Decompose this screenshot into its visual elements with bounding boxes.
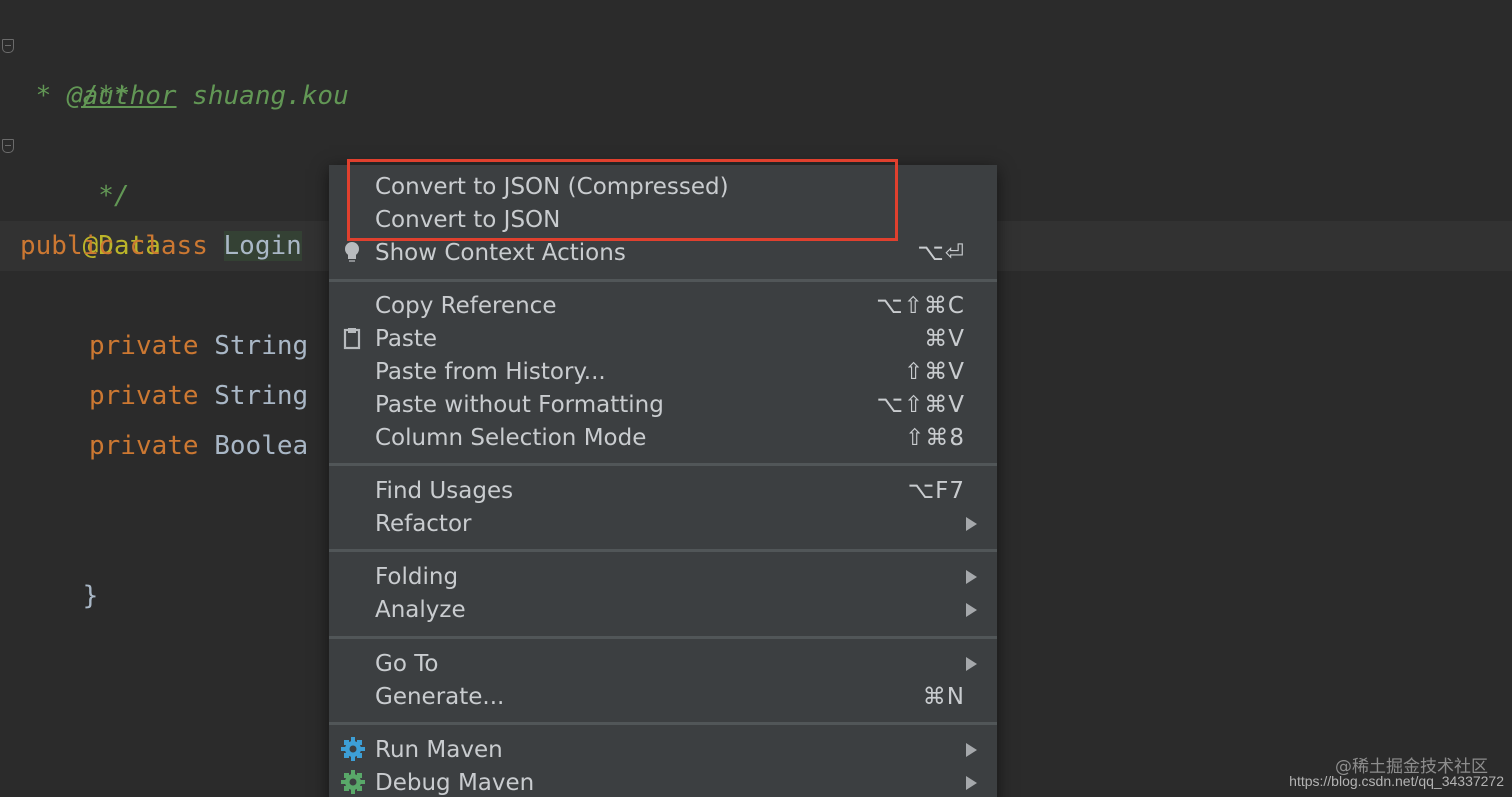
shortcut: ⌥⏎ [917, 239, 965, 266]
menu-item-paste-without-formatting[interactable]: Paste without Formatting ⌥⇧⌘V [329, 388, 997, 421]
menu-item-find-usages[interactable]: Find Usages ⌥F7 [329, 474, 997, 507]
menu-item-go-to[interactable]: Go To [329, 647, 997, 680]
debug-gear-icon [341, 770, 365, 794]
menu-item-label: Show Context Actions [375, 239, 626, 266]
menu-item-label: Paste without Formatting [375, 391, 664, 418]
closing-brace: } [82, 581, 99, 611]
code-line-closing-brace: } [20, 521, 99, 611]
field-type: String [214, 331, 309, 361]
submenu-arrow-icon [966, 602, 977, 617]
menu-item-generate[interactable]: Generate... ⌘N [329, 680, 997, 713]
shortcut: ⌥F7 [907, 477, 965, 504]
menu-separator [329, 279, 997, 282]
code-line-doc-author: * @author shuang.kou [20, 71, 349, 121]
class-name[interactable]: Login [223, 231, 302, 261]
code-line-doc-close: */ [20, 121, 129, 211]
doc-author-name: shuang.kou [176, 81, 349, 111]
menu-item-label: Generate... [375, 683, 505, 710]
keyword: private [89, 331, 199, 361]
menu-item-run-maven[interactable]: Run Maven [329, 733, 997, 766]
shortcut: ⇧⌘V [903, 358, 965, 385]
code-line-field: private String [89, 371, 308, 421]
menu-separator [329, 463, 997, 466]
submenu-arrow-icon [966, 516, 977, 531]
keyword: class [129, 231, 208, 261]
menu-item-label: Debug Maven [375, 769, 535, 796]
menu-separator [329, 549, 997, 552]
menu-item-label: Analyze [375, 596, 466, 623]
menu-item-label: Run Maven [375, 736, 503, 763]
shortcut: ⌥⇧⌘V [876, 391, 965, 418]
submenu-arrow-icon [966, 742, 977, 757]
menu-item-label: Refactor [375, 510, 472, 537]
menu-item-refactor[interactable]: Refactor [329, 507, 997, 540]
menu-item-paste[interactable]: Paste ⌘V [329, 322, 997, 355]
watermark-url: https://blog.csdn.net/qq_34337272 [1289, 773, 1504, 789]
menu-item-copy-reference[interactable]: Copy Reference ⌥⇧⌘C [329, 289, 997, 322]
menu-item-column-selection-mode[interactable]: Column Selection Mode ⇧⌘8 [329, 421, 997, 454]
annotation-highlight-box [347, 159, 898, 241]
menu-item-label: Go To [375, 650, 439, 677]
shortcut: ⌥⇧⌘C [876, 292, 965, 319]
code-line-field: private Boolea [89, 421, 308, 471]
menu-separator [329, 636, 997, 639]
shortcut: ⌘N [922, 683, 965, 710]
code-line-doc-open: /** [20, 21, 130, 111]
menu-item-label: Find Usages [375, 477, 514, 504]
code-line-class-decl: public class Login [20, 221, 302, 271]
shortcut: ⇧⌘8 [905, 424, 965, 451]
code-line-annotation: @Data [20, 171, 161, 261]
lightbulb-icon [341, 240, 363, 264]
gear-icon [341, 737, 365, 761]
keyword: private [89, 381, 199, 411]
clipboard-icon [341, 326, 363, 350]
keyword: private [89, 431, 199, 461]
menu-item-label: Copy Reference [375, 292, 557, 319]
field-type: Boolea [214, 431, 309, 461]
shortcut: ⌘V [924, 325, 965, 352]
keyword: public [20, 231, 114, 261]
doc-tag: @author [66, 81, 177, 111]
menu-item-label: Column Selection Mode [375, 424, 647, 451]
menu-item-folding[interactable]: Folding [329, 560, 997, 593]
menu-item-label: Folding [375, 563, 459, 590]
submenu-arrow-icon [966, 656, 977, 671]
fold-marker-icon[interactable] [2, 39, 14, 53]
doc-comment: * [20, 81, 67, 111]
submenu-arrow-icon [966, 775, 977, 790]
submenu-arrow-icon [966, 569, 977, 584]
menu-separator [329, 722, 997, 725]
menu-item-label: Paste [375, 325, 438, 352]
menu-item-debug-maven[interactable]: Debug Maven [329, 766, 997, 797]
menu-item-label: Paste from History... [375, 358, 606, 385]
menu-item-analyze[interactable]: Analyze [329, 593, 997, 626]
menu-item-paste-from-history[interactable]: Paste from History... ⇧⌘V [329, 355, 997, 388]
context-menu: Convert to JSON (Compressed) Convert to … [329, 165, 997, 797]
code-line-field: private String [89, 321, 308, 371]
field-type: String [214, 381, 309, 411]
fold-marker-icon[interactable] [2, 139, 14, 153]
